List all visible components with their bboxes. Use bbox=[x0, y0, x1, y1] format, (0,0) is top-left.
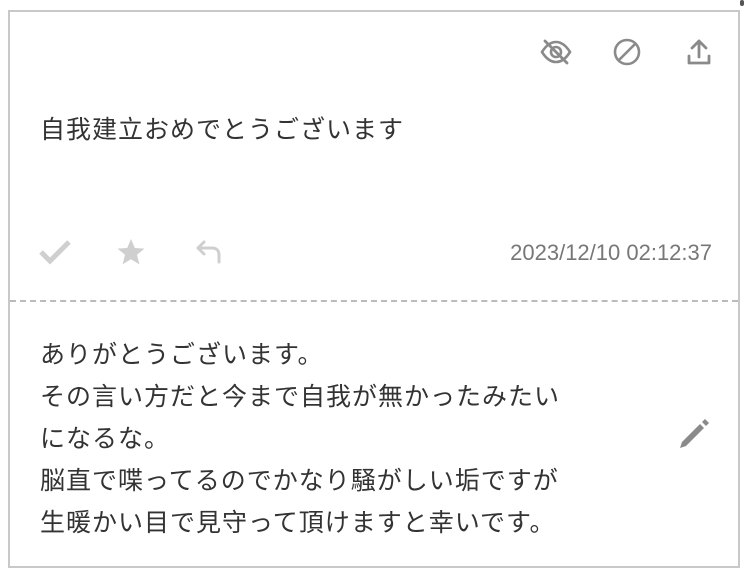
favorite-button[interactable] bbox=[116, 236, 194, 272]
hide-button[interactable] bbox=[502, 34, 572, 70]
reply-icon bbox=[194, 238, 224, 270]
answer-line: になるな。 bbox=[40, 424, 171, 453]
eye-slash-icon bbox=[540, 38, 572, 66]
question-timestamp: 2023/12/10 02:12:37 bbox=[510, 240, 712, 265]
question-actions bbox=[38, 236, 272, 272]
answer-text: ありがとうございます。 その言い方だと今まで自我が無かったみたい になるな。 脳… bbox=[40, 334, 640, 544]
edit-answer-button[interactable] bbox=[674, 416, 714, 456]
question-card: 自我建立おめでとうございます 2023/12/10 02:12:37 ありがとう… bbox=[8, 10, 740, 568]
pencil-icon bbox=[676, 416, 712, 456]
answer-line: その言い方だと今まで自我が無かったみたい bbox=[40, 382, 561, 411]
block-button[interactable] bbox=[572, 34, 642, 70]
check-icon bbox=[38, 238, 72, 270]
reply-button[interactable] bbox=[194, 236, 272, 272]
answer-line: 生暖かい目で見守って頂けますと幸いです。 bbox=[40, 508, 556, 537]
answer-line: ありがとうございます。 bbox=[40, 340, 324, 369]
answered-button[interactable] bbox=[38, 236, 116, 272]
upload-icon bbox=[686, 38, 712, 66]
question-section: 自我建立おめでとうございます 2023/12/10 02:12:37 bbox=[10, 12, 738, 300]
answer-line: 脳直で喋ってるのでかなり騒がしい垢ですが bbox=[40, 466, 559, 495]
section-divider bbox=[10, 300, 738, 302]
question-text: 自我建立おめでとうございます bbox=[40, 115, 405, 144]
ban-icon bbox=[612, 37, 642, 67]
question-toolbar bbox=[502, 34, 712, 70]
star-icon bbox=[116, 237, 146, 271]
share-button[interactable] bbox=[642, 34, 712, 70]
scrollbar-thumb[interactable] bbox=[740, 0, 744, 6]
